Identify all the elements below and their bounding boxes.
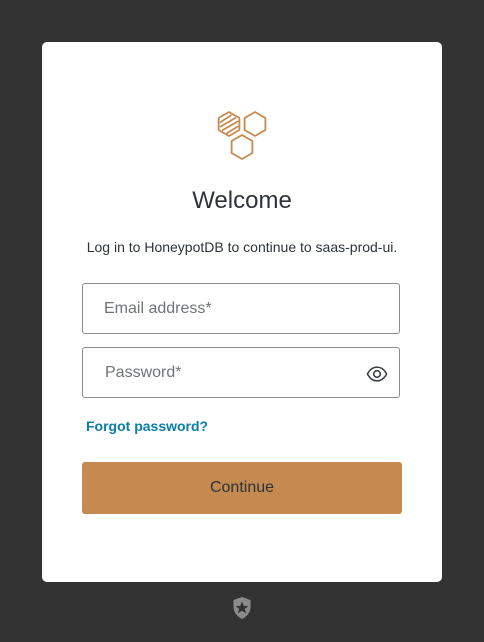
page-title: Welcome bbox=[192, 187, 292, 214]
password-input[interactable] bbox=[83, 348, 399, 397]
login-card: Welcome Log in to HoneypotDB to continue… bbox=[42, 42, 442, 582]
login-subtitle: Log in to HoneypotDB to continue to saas… bbox=[86, 239, 398, 255]
password-field[interactable] bbox=[82, 347, 400, 398]
continue-button[interactable]: Continue bbox=[82, 462, 402, 514]
auth0-shield-icon bbox=[233, 597, 251, 619]
email-input[interactable] bbox=[83, 284, 399, 333]
forgot-password-link[interactable]: Forgot password? bbox=[86, 418, 208, 434]
email-field[interactable] bbox=[82, 283, 400, 334]
eye-icon[interactable] bbox=[366, 363, 388, 385]
honeycomb-logo-icon bbox=[217, 111, 267, 160]
